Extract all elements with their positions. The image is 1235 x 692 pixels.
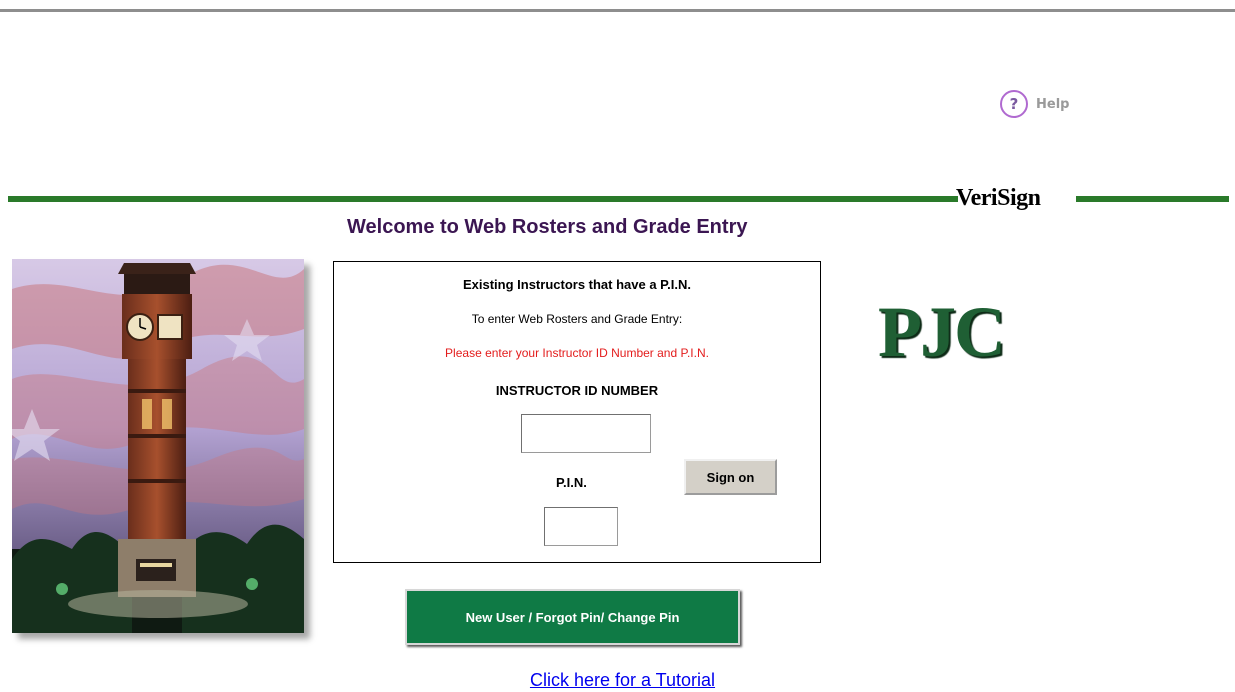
help-link[interactable]: ? Help	[1000, 90, 1069, 118]
login-instruction: Please enter your Instructor ID Number a…	[445, 346, 709, 360]
pin-input[interactable]	[544, 507, 618, 546]
sign-on-button[interactable]: Sign on	[684, 459, 777, 495]
header-rule-right	[1076, 196, 1229, 202]
instructor-id-input[interactable]	[521, 414, 651, 453]
new-user-forgot-pin-button[interactable]: New User / Forgot Pin/ Change Pin	[405, 589, 740, 645]
pin-label: P.I.N.	[556, 475, 587, 490]
page-title: Welcome to Web Rosters and Grade Entry	[347, 216, 748, 238]
top-divider	[0, 9, 1235, 12]
pjc-logo: PJC	[878, 292, 1006, 372]
login-subheading: To enter Web Rosters and Grade Entry:	[471, 312, 683, 326]
login-panel: Existing Instructors that have a P.I.N. …	[333, 261, 821, 563]
help-icon[interactable]: ?	[1000, 90, 1028, 118]
instructor-id-label: INSTRUCTOR ID NUMBER	[495, 383, 659, 398]
tutorial-link[interactable]: Click here for a Tutorial	[0, 670, 1235, 691]
verisign-logo: VeriSign	[956, 185, 1041, 211]
header-rule-left	[8, 196, 958, 202]
login-heading: Existing Instructors that have a P.I.N.	[462, 277, 692, 292]
clock-tower-photo	[12, 259, 304, 633]
help-label[interactable]: Help	[1036, 97, 1069, 112]
